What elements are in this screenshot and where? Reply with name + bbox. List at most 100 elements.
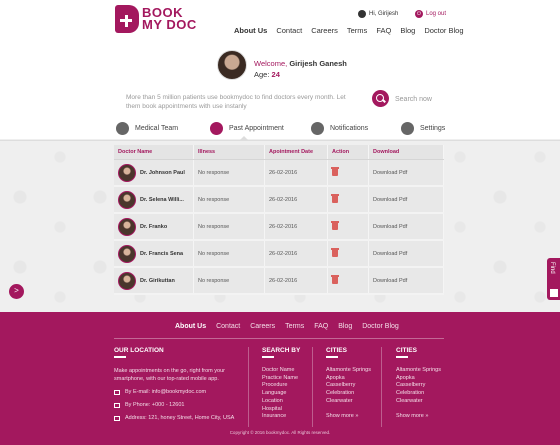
double-chevron-icon: » xyxy=(425,413,429,419)
table-row: Dr. Johnson Paul No response 26-02-2016 … xyxy=(114,160,444,187)
illness: No response xyxy=(194,241,265,266)
location-title: OUR LOCATION xyxy=(114,347,164,358)
doctor-name: Dr. Francis Sena xyxy=(140,250,184,257)
tab-active-caret xyxy=(240,136,248,140)
logout-button[interactable]: ⏻ Log out xyxy=(415,10,446,18)
location-icon xyxy=(114,415,120,421)
side-arrow-button[interactable]: > xyxy=(9,284,24,299)
doctor-name: Dr. Girikuttan xyxy=(140,277,175,284)
tab-medical-team[interactable]: Medical Team xyxy=(116,122,178,135)
city-item[interactable]: Altamonte Springs xyxy=(396,367,441,375)
footer-nav-doctor-blog[interactable]: Doctor Blog xyxy=(362,323,399,330)
search-button[interactable] xyxy=(372,90,389,107)
table-header: Doctor Name Illness Apointment Date Acti… xyxy=(114,145,444,160)
mail-icon xyxy=(114,389,120,395)
appointments-table: Doctor Name Illness Apointment Date Acti… xyxy=(114,145,444,295)
footer-nav-terms[interactable]: Terms xyxy=(285,323,304,330)
search-by-item[interactable]: Insurance xyxy=(262,413,298,421)
phone-icon xyxy=(114,402,120,408)
contact-address: Address: 121, honey Street, Home City, U… xyxy=(114,415,234,421)
avatar xyxy=(118,190,136,209)
city-item[interactable]: Apopka xyxy=(396,375,441,383)
illness: No response xyxy=(194,187,265,212)
avatar xyxy=(118,244,136,263)
col-doctor-name: Doctor Name xyxy=(114,145,194,159)
header: BOOK MY DOC Hi, Girijesh ⏻ Log out About… xyxy=(0,0,560,41)
gear-icon xyxy=(401,122,414,135)
search-label[interactable]: Search now xyxy=(395,96,432,103)
table-row: Dr. Selena Willi... No response 26-02-20… xyxy=(114,187,444,214)
city-item[interactable]: Clearwater xyxy=(396,398,441,406)
footer-nav-careers[interactable]: Careers xyxy=(250,323,275,330)
download-link[interactable]: Download Pdf xyxy=(369,268,444,293)
download-link[interactable]: Download Pdf xyxy=(369,214,444,239)
doctor-name: Dr. Selena Willi... xyxy=(140,196,184,203)
doctor-name: Dr. Johnson Paul xyxy=(140,169,185,176)
search-by-item[interactable]: Practice Name xyxy=(262,375,298,383)
footer-nav-contact[interactable]: Contact xyxy=(216,323,240,330)
city-item[interactable]: Altamonte Springs xyxy=(326,367,371,375)
find-label: Find xyxy=(549,262,555,274)
city-item[interactable]: Clearwater xyxy=(326,398,371,406)
search-by-item[interactable]: Language xyxy=(262,390,298,398)
tagline: More than 5 million patients use bookmyd… xyxy=(126,94,346,110)
search-by-item[interactable]: Hospital xyxy=(262,406,298,414)
show-more-cities-1[interactable]: Show more » xyxy=(326,413,358,419)
trash-icon[interactable] xyxy=(331,167,339,176)
table-row: Dr. Girikuttan No response 26-02-2016 Do… xyxy=(114,268,444,295)
search-by-item[interactable]: Location xyxy=(262,398,298,406)
main-content: Welcome, Girijesh Ganesh Age: 24 More th… xyxy=(0,37,560,312)
city-item[interactable]: Celebration xyxy=(326,390,371,398)
illness: No response xyxy=(194,160,265,185)
date: 26-02-2016 xyxy=(265,241,328,266)
cities-title: CITIES xyxy=(326,347,347,358)
date: 26-02-2016 xyxy=(265,160,328,185)
city-item[interactable]: Casselberry xyxy=(326,382,371,390)
bell-icon xyxy=(311,122,324,135)
footer-nav-about-us[interactable]: About Us xyxy=(175,323,206,330)
footer-divider xyxy=(114,338,444,339)
avatar xyxy=(118,217,136,236)
date: 26-02-2016 xyxy=(265,214,328,239)
cities-title-2: CITIES xyxy=(396,347,417,358)
footer-nav-blog[interactable]: Blog xyxy=(338,323,352,330)
search-by-list: Doctor Name Practice Name Procedure Lang… xyxy=(262,367,298,421)
footer-nav-faq[interactable]: FAQ xyxy=(314,323,328,330)
find-tab[interactable]: Find xyxy=(547,258,560,300)
location-text: Make appointments on the go, right from … xyxy=(114,368,225,382)
search-by-item[interactable]: Procedure xyxy=(262,382,298,390)
plus-icon xyxy=(550,289,558,297)
logout-label: Log out xyxy=(426,11,447,17)
illness: No response xyxy=(194,268,265,293)
date: 26-02-2016 xyxy=(265,268,328,293)
profile-avatar xyxy=(217,50,247,80)
trash-icon[interactable] xyxy=(331,221,339,230)
user-menu[interactable]: Hi, Girijesh xyxy=(358,10,398,18)
tab-past-appointment[interactable]: Past Appointment xyxy=(210,122,284,135)
avatar xyxy=(118,163,136,182)
contact-email[interactable]: By E-mail: info@bookmydoc.com xyxy=(114,389,206,395)
city-item[interactable]: Celebration xyxy=(396,390,441,398)
tab-notifications[interactable]: Notifications xyxy=(311,122,368,135)
download-link[interactable]: Download Pdf xyxy=(369,160,444,185)
contact-phone[interactable]: By Phone: +000 - 12601 xyxy=(114,402,184,408)
download-link[interactable]: Download Pdf xyxy=(369,241,444,266)
logo[interactable]: BOOK MY DOC xyxy=(115,5,210,35)
doctor-name: Dr. Franko xyxy=(140,223,168,230)
illness: No response xyxy=(194,214,265,239)
tab-settings[interactable]: Settings xyxy=(401,122,445,135)
col-action: Action xyxy=(328,145,369,159)
show-more-cities-2[interactable]: Show more » xyxy=(396,413,428,419)
city-item[interactable]: Casselberry xyxy=(396,382,441,390)
footer: About Us Contact Careers Terms FAQ Blog … xyxy=(0,312,560,445)
download-link[interactable]: Download Pdf xyxy=(369,187,444,212)
user-icon xyxy=(358,10,366,18)
trash-icon[interactable] xyxy=(331,194,339,203)
trash-icon[interactable] xyxy=(331,248,339,257)
profile-name: Girijesh Ganesh xyxy=(289,59,347,68)
search-by-item[interactable]: Doctor Name xyxy=(262,367,298,375)
doctor-icon xyxy=(116,122,129,135)
trash-icon[interactable] xyxy=(331,275,339,284)
city-item[interactable]: Apopka xyxy=(326,375,371,383)
footer-column-divider xyxy=(312,347,313,427)
